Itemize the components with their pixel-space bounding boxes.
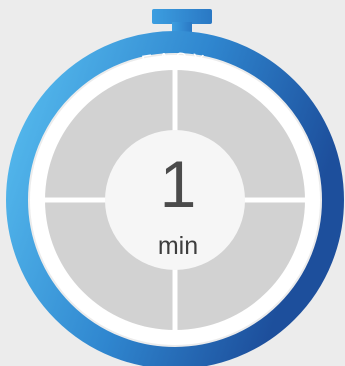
timer-value: 1 (160, 147, 197, 221)
stopwatch-graphic: EASY 1 min (6, 9, 344, 366)
timer-badge: EASY 1 min (0, 0, 345, 366)
timer-unit: min (158, 232, 198, 260)
